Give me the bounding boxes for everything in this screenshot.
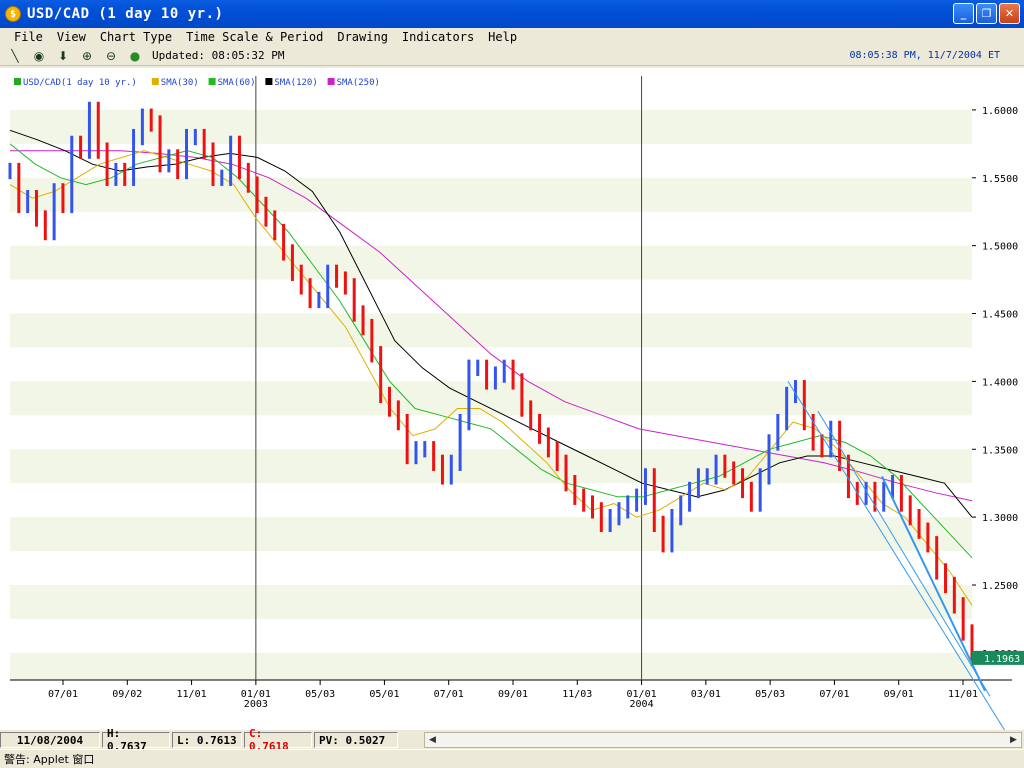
legend-label: SMA(250) bbox=[337, 78, 380, 88]
updated-time: Updated: 08:05:32 PM bbox=[152, 49, 285, 62]
status-close: C: 0.7618 bbox=[244, 727, 312, 753]
menu-drawing[interactable]: Drawing bbox=[330, 30, 395, 44]
legend-swatch bbox=[151, 78, 159, 85]
menu-view[interactable]: View bbox=[50, 30, 93, 44]
clock: 08:05:38 PM, 11/7/2004 ET bbox=[849, 50, 1000, 61]
toolbar: ╲ ◉ ⬇ ⊕ ⊖ ● Updated: 08:05:32 PM 08:05:3… bbox=[0, 46, 1024, 66]
x-tick-label: 11/03 bbox=[562, 689, 592, 700]
x-tick-label: 11/01 bbox=[948, 689, 978, 700]
menu-file[interactable]: File bbox=[0, 30, 50, 44]
legend-swatch bbox=[327, 78, 335, 85]
scroll-left-icon[interactable]: ◀ bbox=[425, 733, 440, 747]
x-tick-year: 2004 bbox=[630, 699, 654, 710]
status-bar: 11/08/2004 H: 0.7637 L: 0.7613 C: 0.7618… bbox=[0, 727, 1024, 753]
maximize-button[interactable]: ❐ bbox=[976, 3, 997, 24]
close-button[interactable]: ✕ bbox=[999, 3, 1020, 24]
plot-band bbox=[10, 415, 972, 450]
y-tick-label: 1.3500 bbox=[982, 445, 1018, 456]
plot-band bbox=[10, 211, 972, 246]
menu-chart-type[interactable]: Chart Type bbox=[93, 30, 179, 44]
price-label: 1.1963 bbox=[984, 654, 1020, 665]
status-date: 11/08/2004 bbox=[0, 732, 100, 748]
x-tick-label: 05/03 bbox=[755, 689, 785, 700]
x-tick-label: 09/01 bbox=[884, 689, 914, 700]
zoom-out-icon[interactable]: ⊖ bbox=[102, 48, 120, 64]
legend-swatch bbox=[265, 78, 273, 85]
minimize-button[interactable]: _ bbox=[953, 3, 974, 24]
x-tick-label: 05/01 bbox=[369, 689, 399, 700]
y-tick-label: 1.4000 bbox=[982, 377, 1018, 388]
app-icon: $ bbox=[5, 6, 21, 22]
legend-label: SMA(120) bbox=[274, 78, 317, 88]
price-chart[interactable]: 1.6000 1.5500 1.5000 1.4500 1.4000 1.3500 1.30… bbox=[0, 68, 1024, 730]
title-bar: $ USD/CAD (1 day 10 yr.) _ ❐ ✕ bbox=[0, 0, 1024, 28]
menu-help[interactable]: Help bbox=[481, 30, 524, 44]
y-tick-label: 1.2500 bbox=[982, 581, 1018, 592]
chart-area[interactable]: 1.6000 1.5500 1.5000 1.4500 1.4000 1.3500 1.30… bbox=[0, 68, 1024, 730]
y-tick-label: 1.5000 bbox=[982, 242, 1018, 253]
y-tick-label: 1.6000 bbox=[982, 106, 1018, 117]
plot-band bbox=[10, 279, 972, 314]
status-low: L: 0.7613 bbox=[172, 732, 242, 748]
plot-band bbox=[10, 483, 972, 518]
scroll-right-icon[interactable]: ▶ bbox=[1006, 733, 1021, 747]
legend-label: USD/CAD(1 day 10 yr.) bbox=[23, 78, 137, 88]
x-tick-label: 03/01 bbox=[691, 689, 721, 700]
legend-label: SMA(30) bbox=[161, 78, 199, 88]
horizontal-scrollbar[interactable]: ◀ ▶ bbox=[424, 732, 1022, 748]
ball-icon[interactable]: ● bbox=[126, 48, 144, 64]
draw-line-icon[interactable]: ╲ bbox=[6, 48, 24, 64]
down-arrow-icon[interactable]: ⬇ bbox=[54, 48, 72, 64]
x-tick-label: 09/01 bbox=[498, 689, 528, 700]
legend-swatch bbox=[208, 78, 216, 85]
menu-time-scale[interactable]: Time Scale & Period bbox=[179, 30, 330, 44]
x-tick-label: 07/01 bbox=[434, 689, 464, 700]
zoom-in-icon[interactable]: ⊕ bbox=[78, 48, 96, 64]
window-title: USD/CAD (1 day 10 yr.) bbox=[27, 6, 224, 22]
legend-label: SMA(60) bbox=[218, 78, 256, 88]
plot-band bbox=[10, 618, 972, 653]
menu-bar: File View Chart Type Time Scale & Period… bbox=[0, 28, 1024, 46]
x-tick-label: 07/01 bbox=[819, 689, 849, 700]
x-tick-year: 2003 bbox=[244, 699, 268, 710]
plot-band bbox=[10, 143, 972, 178]
plot-band bbox=[10, 551, 972, 585]
target-icon[interactable]: ◉ bbox=[30, 48, 48, 64]
x-tick-label: 11/01 bbox=[177, 689, 207, 700]
x-tick-label: 09/02 bbox=[112, 689, 142, 700]
plot-band bbox=[10, 347, 972, 382]
y-tick-label: 1.5500 bbox=[982, 174, 1018, 185]
y-tick-label: 1.4500 bbox=[982, 310, 1018, 321]
menu-indicators[interactable]: Indicators bbox=[395, 30, 481, 44]
x-tick-label: 07/01 bbox=[48, 689, 78, 700]
legend-swatch bbox=[14, 78, 21, 85]
applet-warning: 警告: Applet 窗口 bbox=[0, 749, 1024, 768]
status-high: H: 0.7637 bbox=[102, 727, 170, 753]
x-tick-label: 05/03 bbox=[305, 689, 335, 700]
y-tick-label: 1.3000 bbox=[982, 513, 1018, 524]
status-pv: PV: 0.5027 bbox=[314, 732, 398, 748]
